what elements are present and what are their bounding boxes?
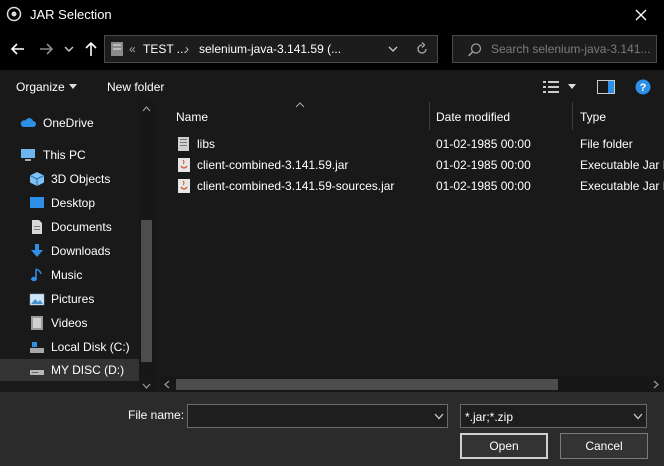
open-button[interactable]: Open — [460, 433, 548, 459]
filter-dropdown-icon[interactable] — [633, 413, 643, 420]
column-header-type[interactable]: Type — [580, 110, 606, 124]
file-type-filter-value: *.jar;*.zip — [465, 410, 514, 424]
cube-icon — [29, 172, 45, 186]
column-header-name[interactable]: Name — [176, 110, 208, 124]
nav-label: Local Disk (C:) — [51, 340, 130, 354]
nav-item-videos[interactable]: Videos — [0, 312, 140, 334]
nav-item-3d-objects[interactable]: 3D Objects — [0, 168, 140, 190]
window-title: JAR Selection — [30, 7, 112, 22]
nav-item-onedrive[interactable]: OneDrive — [0, 112, 140, 134]
search-placeholder: Search selenium-java-3.141... — [491, 42, 651, 56]
new-folder-button[interactable]: New folder — [107, 80, 164, 94]
nav-item-local-disk-c[interactable]: Local Disk (C:) — [0, 336, 140, 358]
nav-label: 3D Objects — [51, 172, 111, 186]
nav-label: Pictures — [51, 292, 95, 306]
file-type: Executable Jar F — [580, 179, 664, 193]
nav-label: This PC — [43, 148, 86, 162]
nav-item-my-disc-d[interactable]: MY DISC (D:) — [0, 359, 140, 381]
nav-label: Documents — [51, 220, 112, 234]
breadcrumb-separator: › — [185, 42, 189, 56]
address-bar[interactable]: « TEST ... › selenium-java-3.141.59 (... — [104, 35, 438, 63]
file-name: libs — [197, 137, 216, 151]
breadcrumb-selenium[interactable]: selenium-java-3.141.59 (... — [199, 42, 341, 56]
scroll-right-icon[interactable] — [653, 380, 659, 389]
jar-file-icon — [178, 179, 190, 193]
file-name-label: File name: — [128, 408, 185, 422]
cancel-button[interactable]: Cancel — [560, 433, 648, 459]
column-divider[interactable] — [429, 102, 430, 130]
search-icon — [467, 43, 482, 57]
back-arrow-icon[interactable] — [9, 40, 27, 58]
file-type-filter-select[interactable]: *.jar;*.zip — [460, 404, 647, 428]
nav-item-this-pc[interactable]: This PC — [0, 144, 140, 166]
jar-file-icon — [178, 158, 190, 172]
nav-item-documents[interactable]: Documents — [0, 216, 140, 238]
forward-arrow-icon[interactable] — [37, 40, 55, 58]
videos-icon — [31, 316, 43, 330]
file-name: client-combined-3.141.59.jar — [197, 158, 349, 172]
nav-scrollbar-thumb[interactable] — [141, 220, 152, 362]
address-dropdown-icon[interactable] — [388, 45, 398, 53]
breadcrumb-overflow[interactable]: « — [129, 42, 136, 56]
svg-text:?: ? — [640, 82, 647, 94]
file-date: 01-02-1985 00:00 — [436, 179, 531, 193]
folder-icon — [178, 137, 189, 151]
nav-label: Music — [51, 268, 83, 282]
preview-pane-icon[interactable] — [597, 80, 615, 94]
pc-icon — [21, 149, 35, 161]
pictures-icon — [29, 293, 45, 306]
disc-drive-icon — [30, 370, 44, 375]
file-date: 01-02-1985 00:00 — [436, 137, 531, 151]
nav-label: MY DISC (D:) — [51, 363, 125, 377]
view-options-icon[interactable] — [543, 80, 559, 94]
help-icon[interactable]: ? — [635, 79, 651, 95]
view-dropdown-icon[interactable] — [568, 84, 576, 90]
nav-label: OneDrive — [43, 116, 94, 130]
up-arrow-icon[interactable] — [82, 40, 100, 58]
drive-location-icon — [111, 42, 123, 56]
scroll-left-icon[interactable] — [164, 380, 170, 389]
nav-item-desktop[interactable]: Desktop — [0, 192, 140, 214]
close-icon[interactable] — [632, 6, 650, 24]
nav-label: Downloads — [51, 244, 111, 258]
column-header-date-modified[interactable]: Date modified — [436, 110, 510, 124]
download-icon — [31, 244, 43, 257]
file-type: File folder — [580, 137, 633, 151]
title-bar: JAR Selection — [0, 0, 664, 30]
search-input[interactable]: Search selenium-java-3.141... — [452, 35, 657, 63]
file-row-libs[interactable]: libs 01-02-1985 00:00 File folder — [168, 134, 664, 155]
file-row-client-combined-sources-jar[interactable]: client-combined-3.141.59-sources.jar 01-… — [168, 176, 664, 197]
documents-icon — [32, 220, 42, 234]
nav-scroll-down-icon[interactable] — [142, 383, 151, 389]
file-row-client-combined-jar[interactable]: client-combined-3.141.59.jar 01-02-1985 … — [168, 155, 664, 176]
drive-icon — [30, 342, 44, 353]
refresh-icon[interactable] — [415, 42, 429, 56]
music-icon — [31, 268, 42, 282]
organize-dropdown-icon[interactable] — [69, 84, 77, 90]
file-name-input[interactable] — [187, 404, 448, 428]
recent-locations-chevron-icon[interactable] — [63, 44, 75, 54]
file-date: 01-02-1985 00:00 — [436, 158, 531, 172]
file-name-dropdown-icon[interactable] — [434, 413, 444, 420]
file-name: client-combined-3.141.59-sources.jar — [197, 179, 395, 193]
desktop-icon — [30, 197, 44, 208]
sort-ascending-icon — [295, 102, 305, 108]
breadcrumb-test[interactable]: TEST ... — [143, 42, 187, 56]
command-toolbar: Organize New folder ? — [0, 72, 664, 102]
nav-label: Videos — [51, 316, 88, 330]
file-type: Executable Jar F — [580, 158, 664, 172]
organize-button[interactable]: Organize — [16, 80, 65, 94]
nav-item-music[interactable]: Music — [0, 264, 140, 286]
nav-item-pictures[interactable]: Pictures — [0, 288, 140, 310]
nav-scroll-up-icon[interactable] — [142, 106, 151, 112]
cloud-icon — [20, 118, 36, 127]
app-gear-icon — [6, 6, 22, 22]
column-divider[interactable] — [572, 102, 573, 130]
nav-label: Desktop — [51, 196, 96, 210]
horizontal-scrollbar-thumb[interactable] — [176, 379, 558, 390]
nav-item-downloads[interactable]: Downloads — [0, 240, 140, 262]
